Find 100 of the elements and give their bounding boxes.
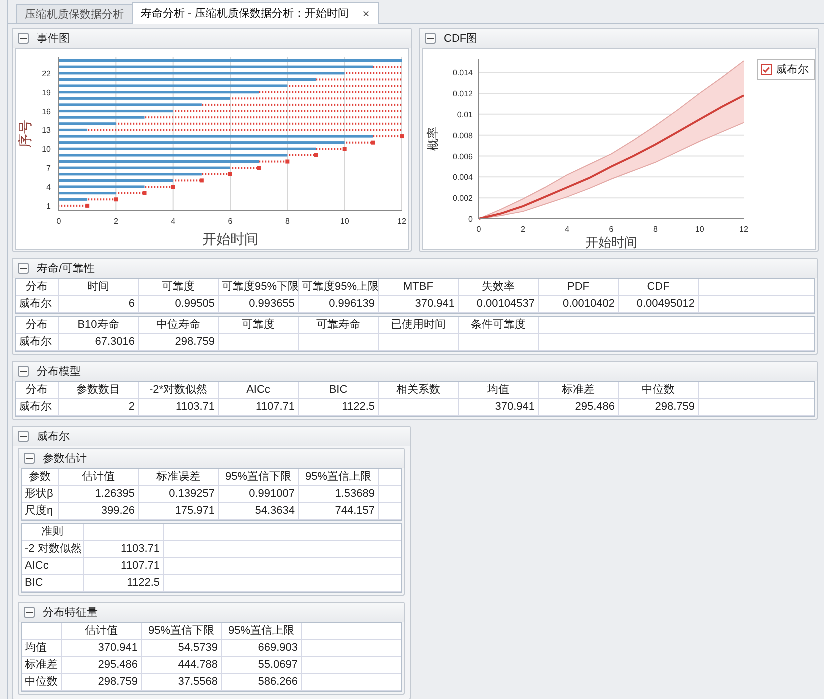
tick-label: 16 xyxy=(42,107,51,116)
minus-icon xyxy=(20,268,27,269)
axis-title: 序号 xyxy=(17,120,33,148)
row-header: AICc xyxy=(22,558,84,575)
tick-label: 13 xyxy=(42,126,51,136)
tick-label: 22 xyxy=(42,69,51,78)
table-cell: 370.941 xyxy=(62,640,142,657)
tab[interactable]: 寿命分析 - 压缩机质保数据分析：开始时间 × xyxy=(132,2,379,24)
dotted-bar xyxy=(88,198,116,201)
row-header: 威布尔 xyxy=(16,399,59,416)
row-header: 均值 xyxy=(22,640,62,657)
collapse-button[interactable] xyxy=(425,33,436,44)
table-cell: 586.266 xyxy=(222,674,302,691)
row-header: BIC xyxy=(22,575,84,592)
tick-label: 4 xyxy=(565,225,570,234)
table-cell: 1122.5 xyxy=(299,399,379,416)
column-header: MTBF xyxy=(379,279,459,296)
column-header: 估计值 xyxy=(62,623,142,640)
dotted-bar xyxy=(373,136,402,138)
table-cell: 54.5739 xyxy=(142,640,222,657)
table-cell: 67.3016 xyxy=(59,334,139,351)
column-header: 标准误差 xyxy=(139,469,219,486)
table-cell: 370.941 xyxy=(379,296,459,313)
column-header: 可靠度 xyxy=(219,317,299,334)
collapse-button[interactable] xyxy=(18,33,29,44)
close-button[interactable]: × xyxy=(362,6,370,20)
tab[interactable]: 压缩机质保数据分析 xyxy=(16,4,133,23)
column-header: 可靠度95%下限 xyxy=(219,279,299,296)
panel-title: 分布特征量 xyxy=(43,606,98,620)
legend-item[interactable]: 威布尔 xyxy=(757,59,815,80)
table-cell: 175.971 xyxy=(139,503,219,520)
dotted-bar xyxy=(316,148,345,150)
tick-label: 2 xyxy=(520,225,526,234)
table-cell: 298.759 xyxy=(139,334,219,351)
tick-label: 10 xyxy=(340,217,350,226)
column-header: 95%置信下限 xyxy=(219,469,299,486)
tick-label: 2 xyxy=(114,217,118,226)
row-header: 威布尔 xyxy=(16,296,59,313)
collapse-button[interactable] xyxy=(18,263,29,274)
tick-label: 10 xyxy=(42,145,51,154)
dotted-bar xyxy=(344,142,374,144)
tick-label: 4 xyxy=(46,183,51,192)
dotted-bar xyxy=(259,160,288,163)
tick-label: 0 xyxy=(476,225,482,234)
checkbox[interactable] xyxy=(761,64,772,75)
tick-label: 0 xyxy=(468,215,473,224)
panel-title: 威布尔 xyxy=(37,430,70,444)
tick-label: 8 xyxy=(285,217,290,226)
row-header: -2 对数似然 xyxy=(22,541,84,558)
tick-label: 0.014 xyxy=(452,68,473,78)
column-header: 95%置信上限 xyxy=(222,623,302,640)
bar xyxy=(59,128,88,132)
table-cell: 1122.5 xyxy=(84,575,164,592)
column-header: 相关系数 xyxy=(379,382,459,399)
column-header: 条件可靠度 xyxy=(459,317,539,334)
column-header: 失效率 xyxy=(459,279,539,296)
dotted-bar xyxy=(230,167,260,170)
tick-label: 0.01 xyxy=(457,110,473,120)
table-cell: 295.486 xyxy=(62,657,142,674)
tick-label: 0.008 xyxy=(452,131,473,140)
tick-label: 12 xyxy=(740,225,748,234)
tick-label: 10 xyxy=(695,225,704,234)
table-cell: 399.26 xyxy=(59,503,139,520)
row-header: 威布尔 xyxy=(16,334,59,351)
column-header: -2*对数似然 xyxy=(139,382,219,399)
check-icon xyxy=(763,66,770,72)
column-header: 可靠度 xyxy=(139,279,219,296)
table-cell: 0.00104537 xyxy=(459,296,539,313)
minus-icon xyxy=(20,371,27,372)
tick-label: 6 xyxy=(228,217,233,226)
row-header: 尺度η xyxy=(22,503,59,520)
tick-label: 4 xyxy=(171,217,176,226)
tick-label: 7 xyxy=(46,164,51,174)
table-cell: 6 xyxy=(59,296,139,313)
collapse-button[interactable] xyxy=(24,453,35,464)
column-header: PDF xyxy=(539,279,619,296)
table-cell: 298.759 xyxy=(62,674,142,691)
column-header: 估计值 xyxy=(59,469,139,486)
panel-title: CDF图 xyxy=(444,32,478,46)
table-cell: 1103.71 xyxy=(84,541,164,558)
column-header: 中位数 xyxy=(619,382,699,399)
tick-label: 6 xyxy=(609,225,614,234)
empty-cell xyxy=(22,623,62,640)
dotted-bar xyxy=(173,180,202,182)
table-cell: 0.991007 xyxy=(219,486,299,503)
column-header: 参数数目 xyxy=(59,382,139,399)
tick-label: 8 xyxy=(653,225,658,234)
table-cell: 1107.71 xyxy=(219,399,299,416)
table-cell: 1.26395 xyxy=(59,486,139,503)
legend-label: 威布尔 xyxy=(776,63,809,77)
axis-title: 概率 xyxy=(426,127,440,151)
tick-label: 19 xyxy=(42,88,51,98)
column-header: 分布 xyxy=(16,317,59,334)
column-header: 参数 xyxy=(22,469,59,486)
collapse-button[interactable] xyxy=(18,366,29,377)
table-cell: 370.941 xyxy=(459,399,539,416)
panel-title: 分布模型 xyxy=(37,365,81,379)
collapse-button[interactable] xyxy=(18,431,29,442)
table-cell: 1107.71 xyxy=(84,558,164,575)
collapse-button[interactable] xyxy=(24,607,35,618)
